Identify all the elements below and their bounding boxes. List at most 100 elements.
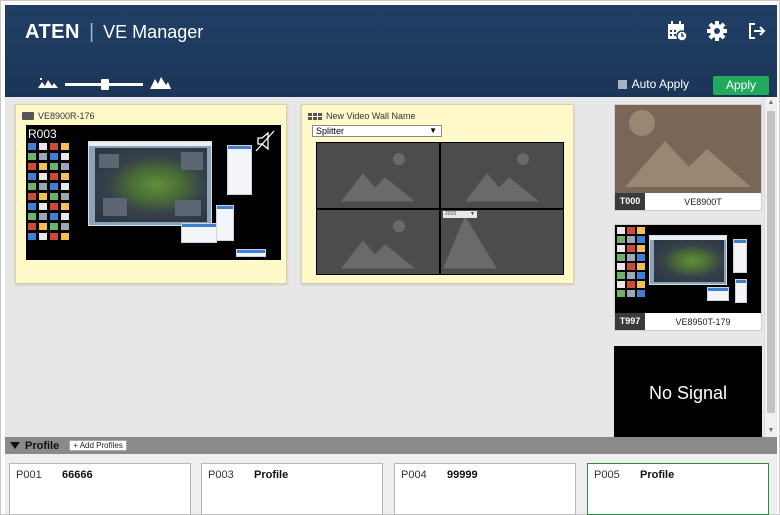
add-profiles-button[interactable]: + Add Profiles	[69, 440, 127, 451]
desktop-shortcut-icon	[39, 163, 47, 170]
desktop-shortcut-icon	[61, 143, 69, 150]
profile-card[interactable]: P004 99999	[394, 463, 576, 515]
desktop-shortcut-icon	[50, 183, 58, 190]
header-icons	[665, 19, 769, 43]
video-wall-grid: 2016 ▼	[316, 142, 564, 275]
desktop-shortcut-icon	[28, 233, 36, 240]
profile-card[interactable]: P003 Profile	[201, 463, 383, 515]
scroll-down-icon[interactable]: ▼	[765, 425, 777, 437]
zoom-track[interactable]	[65, 79, 143, 90]
video-wall-panel[interactable]: New Video Wall Name Splitter ▼ 2016 ▼	[301, 104, 574, 284]
chevron-down-icon: ▼	[429, 126, 437, 135]
transmitter-card[interactable]: T997 VE8950T-179	[614, 224, 762, 331]
desktop-shortcut-icon	[617, 272, 625, 279]
desktop-shortcut-icon	[617, 245, 625, 252]
small-window	[227, 145, 252, 195]
desktop-icons	[617, 227, 651, 309]
apply-button[interactable]: Apply	[713, 76, 769, 95]
desktop-shortcut-icon	[627, 281, 635, 288]
profile-card[interactable]: P001 66666	[9, 463, 191, 515]
desktop-shortcut-icon	[61, 233, 69, 240]
profile-id: P003	[208, 469, 234, 481]
image-placeholder-icon	[465, 153, 539, 202]
layout-select-value: Splitter	[316, 126, 345, 136]
transmitter-card[interactable]: T000 VE8900T	[614, 104, 762, 211]
wall-cell[interactable]	[441, 143, 563, 208]
desktop-shortcut-icon	[627, 290, 635, 297]
zoom-thumb[interactable]	[101, 79, 109, 90]
auto-apply-checkbox[interactable]	[617, 79, 627, 89]
small-window	[735, 279, 747, 303]
desktop-shortcut-icon	[617, 281, 625, 288]
image-placeholder-icon	[341, 153, 415, 202]
receiver-screen[interactable]: R003	[26, 125, 281, 260]
desktop-shortcut-icon	[61, 203, 69, 210]
image-placeholder-icon	[443, 215, 497, 268]
desktop-shortcut-icon	[627, 254, 635, 261]
small-window	[733, 239, 747, 273]
transmitter-card[interactable]: No Signal	[614, 346, 762, 437]
desktop-shortcut-icon	[627, 272, 635, 279]
desktop-shortcut-icon	[50, 213, 58, 220]
desktop-shortcut-icon	[617, 227, 625, 234]
transmitter-preview: No Signal	[615, 347, 761, 437]
workspace-scrollbar[interactable]: ▲ ▼	[764, 97, 777, 437]
transmitter-id: T997	[615, 313, 645, 330]
desktop-shortcut-icon	[627, 236, 635, 243]
desktop-shortcut-icon	[28, 143, 36, 150]
desktop-shortcut-icon	[28, 193, 36, 200]
desktop-shortcut-icon	[28, 153, 36, 160]
desktop-shortcut-icon	[28, 213, 36, 220]
desktop-shortcut-icon	[627, 245, 635, 252]
video-wall-icon	[308, 112, 322, 120]
small-mountains-icon[interactable]	[37, 75, 59, 94]
zoom-slider[interactable]	[37, 75, 171, 94]
desktop-shortcut-icon	[61, 163, 69, 170]
wall-cell[interactable]	[317, 143, 439, 208]
layout-select[interactable]: Splitter ▼	[312, 125, 442, 137]
profile-name: 66666	[62, 469, 93, 481]
profile-id: P005	[594, 469, 620, 481]
app-title: VE Manager	[103, 22, 204, 42]
scroll-up-icon[interactable]: ▲	[765, 97, 777, 109]
auto-apply-toggle[interactable]: Auto Apply	[617, 77, 689, 91]
desktop-shortcut-icon	[617, 254, 625, 261]
desktop-shortcut-icon	[617, 236, 625, 243]
logout-icon[interactable]	[745, 19, 769, 43]
desktop-shortcut-icon	[61, 173, 69, 180]
speaker-muted-icon[interactable]	[255, 129, 275, 158]
desktop-shortcut-icon	[617, 263, 625, 270]
receiver-title: VE8900R-176	[22, 111, 95, 121]
cell-source-select[interactable]: 2016 ▼	[443, 210, 477, 218]
receiver-panel[interactable]: VE8900R-176 R003	[15, 104, 287, 284]
desktop-shortcut-icon	[50, 203, 58, 210]
auto-apply-label: Auto Apply	[631, 77, 689, 91]
aerial-photo	[95, 148, 207, 222]
desktop-shortcut-icon	[50, 153, 58, 160]
brand: ATEN | VE Manager	[25, 21, 203, 44]
desktop-shortcut-icon	[637, 254, 645, 261]
layout-workspace: VE8900R-176 R003 New Video Wall Name Spl…	[5, 97, 777, 437]
transmitter-id: T000	[615, 193, 645, 210]
wall-cell[interactable]: 2016 ▼	[441, 209, 563, 274]
header: ATEN | VE Manager Auto Apply Apply	[5, 5, 777, 97]
desktop-icons	[28, 143, 74, 255]
calendar-schedule-icon[interactable]	[665, 19, 689, 43]
desktop-shortcut-icon	[28, 203, 36, 210]
wall-cell[interactable]	[317, 209, 439, 274]
profile-card[interactable]: P005 Profile	[587, 463, 769, 515]
desktop-shortcut-icon	[61, 223, 69, 230]
large-mountains-icon[interactable]	[149, 75, 171, 94]
profile-list: P001 66666 P003 Profile P004 99999 P005 …	[5, 454, 777, 515]
desktop-shortcut-icon	[39, 193, 47, 200]
gear-icon[interactable]	[705, 19, 729, 43]
desktop-shortcut-icon	[50, 143, 58, 150]
image-placeholder-icon	[625, 110, 751, 187]
brand-separator: |	[88, 21, 95, 43]
profile-bar: Profile + Add Profiles	[5, 437, 777, 454]
no-signal-text: No Signal	[648, 382, 728, 403]
desktop-shortcut-icon	[637, 236, 645, 243]
collapse-triangle-icon[interactable]	[10, 442, 20, 449]
scrollbar-thumb[interactable]	[767, 111, 775, 413]
profile-name: Profile	[254, 469, 289, 481]
